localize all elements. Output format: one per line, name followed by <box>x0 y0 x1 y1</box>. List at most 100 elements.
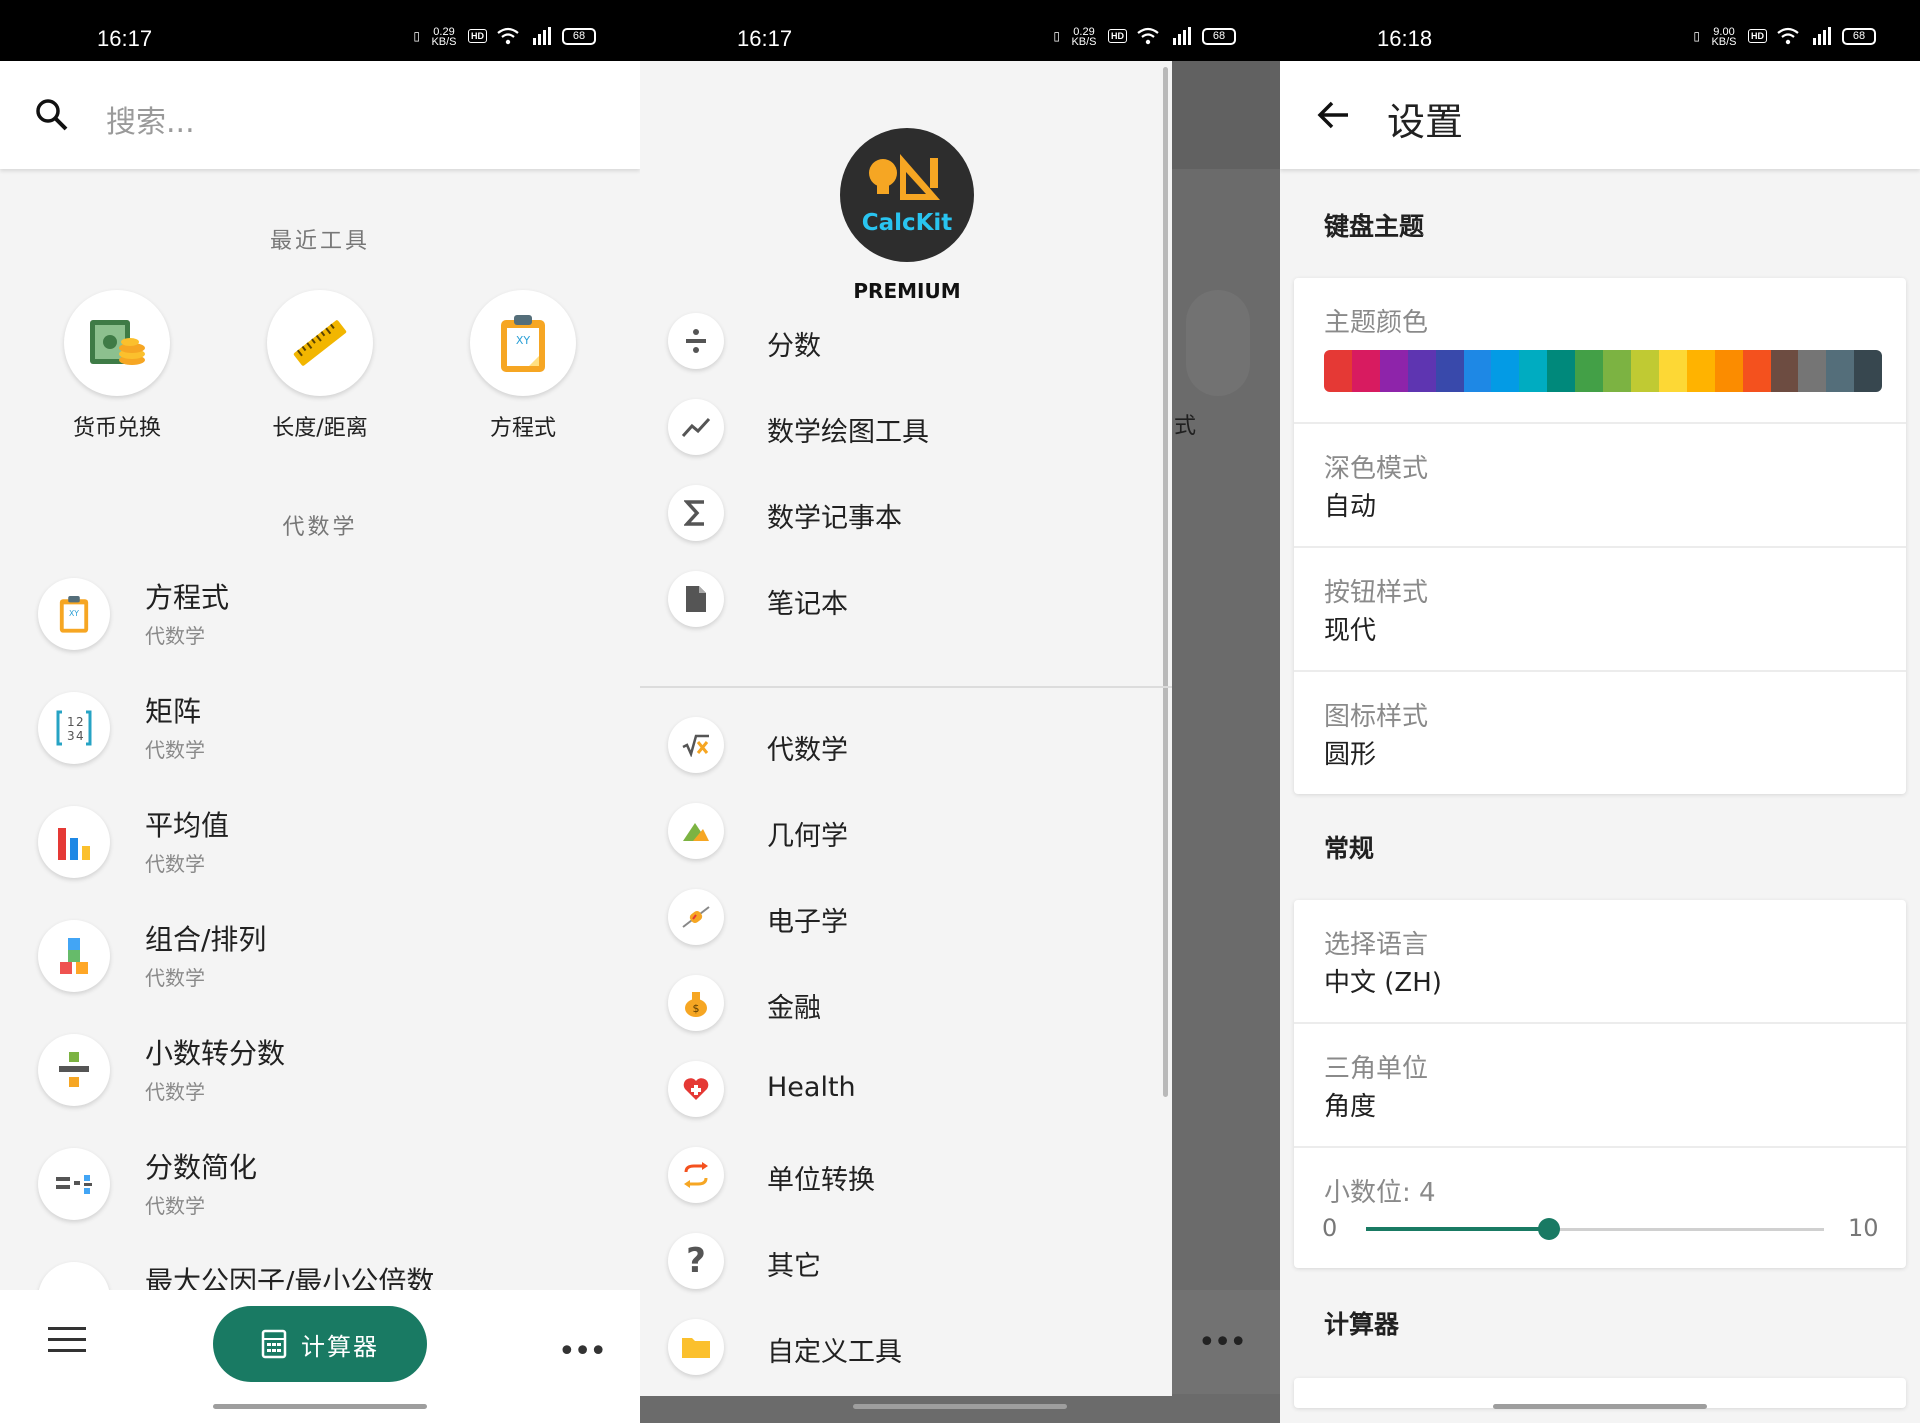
drawer-item-finance[interactable]: $ 金融 <box>640 962 1172 1048</box>
heart-icon <box>668 1061 724 1117</box>
theme-color-swatch[interactable] <box>1463 350 1492 392</box>
slider-thumb[interactable] <box>1538 1218 1561 1240</box>
hd-icon: HD <box>468 29 487 43</box>
theme-color-swatch[interactable] <box>1379 350 1408 392</box>
theme-color-swatch[interactable] <box>1547 350 1576 392</box>
drawer-item-math-notepad[interactable]: 数学记事本 <box>640 472 1172 558</box>
tool-item-matrix[interactable]: 1234 矩阵 代数学 <box>0 682 640 782</box>
status-icons: ▯ 0.29 KB/S HD 68 <box>1053 27 1236 48</box>
drawer-item-geometry[interactable]: 几何学 <box>640 790 1172 876</box>
theme-color-swatch[interactable] <box>1407 350 1436 392</box>
theme-color-swatch[interactable] <box>1435 350 1464 392</box>
status-icons: ▯ 0.29 KB/S HD 68 <box>413 27 596 48</box>
tool-category: 代数学 <box>145 852 205 876</box>
tool-item-average[interactable]: 平均值 代数学 <box>0 796 640 896</box>
calculator-button-label: 计算器 <box>301 1332 379 1361</box>
drawer-item-label: 数学绘图工具 <box>767 417 929 448</box>
theme-color-swatch[interactable] <box>1770 350 1799 392</box>
recent-tool-label: 方程式 <box>489 416 556 441</box>
tool-item-combinations[interactable]: 组合/排列 代数学 <box>0 910 640 1010</box>
drawer-item-unit-converter[interactable]: 单位转换 <box>640 1134 1172 1220</box>
drawer-item-health[interactable]: Health <box>640 1048 1172 1134</box>
status-time: 16:18 <box>1377 26 1433 51</box>
decimal-places-row: 小数位: 4 0 10 <box>1294 1148 1906 1268</box>
theme-color-swatch[interactable] <box>1603 350 1631 392</box>
theme-color-swatch[interactable] <box>1714 350 1743 392</box>
calculator-button[interactable]: 计算器 <box>213 1306 427 1382</box>
theme-color-swatch[interactable] <box>1324 350 1352 392</box>
background-tool-label: 式 <box>1174 414 1197 439</box>
sigma-icon <box>668 485 724 541</box>
recent-tool-equation[interactable]: XY 方程式 <box>423 290 623 442</box>
search-icon[interactable] <box>34 97 70 133</box>
status-bar: 16:17 ▯ 0.29 KB/S HD 68 <box>640 0 1280 61</box>
drawer-item-electronics[interactable]: 电子学 <box>640 876 1172 962</box>
theme-color-swatch[interactable] <box>1351 350 1380 392</box>
drawer-item-graphing[interactable]: 数学绘图工具 <box>640 386 1172 472</box>
recent-tool-length[interactable]: 长度/距离 <box>220 290 420 442</box>
vibrate-icon: ▯ <box>1693 29 1700 43</box>
more-options-icon[interactable]: ••• <box>558 1334 607 1369</box>
navigation-drawer-screen: 16:17 ▯ 0.29 KB/S HD 68 式 ••• CalcKit PR… <box>640 0 1280 1423</box>
status-time: 16:17 <box>97 26 153 51</box>
theme-color-swatch[interactable] <box>1630 350 1659 392</box>
tool-item-fraction-simplify[interactable]: 分数简化 代数学 <box>0 1138 640 1238</box>
theme-color-swatch[interactable] <box>1798 350 1827 392</box>
drawer-item-notebook[interactable]: 笔记本 <box>640 558 1172 644</box>
theme-color-row: 主题颜色 <box>1294 278 1906 424</box>
recent-tool-currency[interactable]: 货币兑换 <box>17 290 217 442</box>
drawer-item-label: 自定义工具 <box>767 1337 902 1368</box>
tool-item-equation[interactable]: XY 方程式 代数学 <box>0 568 640 668</box>
drawer-item-label: 几何学 <box>767 821 848 852</box>
drawer-item-other[interactable]: ? 其它 <box>640 1220 1172 1306</box>
fraction-simplify-icon <box>38 1148 110 1220</box>
theme-color-swatches[interactable] <box>1324 350 1882 392</box>
recent-tool-label: 长度/距离 <box>272 416 368 441</box>
language-row[interactable]: 选择语言 中文 (ZH) <box>1294 900 1906 1024</box>
theme-color-swatch[interactable] <box>1491 350 1520 392</box>
logo-text: CalcKit <box>861 210 953 236</box>
tool-item-decimal-to-fraction[interactable]: 小数转分数 代数学 <box>0 1024 640 1124</box>
folder-icon <box>668 1319 724 1375</box>
theme-color-swatch[interactable] <box>1854 350 1882 392</box>
battery-icon: 68 <box>1202 27 1236 45</box>
battery-icon: 68 <box>1842 27 1876 45</box>
button-style-row[interactable]: 按钮样式 现代 <box>1294 548 1906 672</box>
settings-toolbar: 设置 <box>1280 61 1920 169</box>
search-input[interactable]: 搜索... <box>106 97 195 141</box>
theme-color-swatch[interactable] <box>1519 350 1548 392</box>
drawer-divider <box>640 686 1172 688</box>
drawer-item-custom-tools[interactable]: 自定义工具 <box>640 1306 1172 1392</box>
theme-color-swatch[interactable] <box>1575 350 1604 392</box>
back-arrow-icon[interactable] <box>1314 95 1354 135</box>
drawer-item-label: 电子学 <box>767 907 848 938</box>
trig-unit-row[interactable]: 三角单位 角度 <box>1294 1024 1906 1148</box>
calckit-logo: CalcKit <box>840 128 974 262</box>
dark-mode-label: 深色模式 <box>1324 454 1429 484</box>
trig-unit-label: 三角单位 <box>1324 1054 1429 1084</box>
theme-color-swatch[interactable] <box>1686 350 1715 392</box>
drawer-item-fraction[interactable]: 分数 <box>640 300 1172 386</box>
icon-style-row[interactable]: 图标样式 圆形 <box>1294 672 1906 794</box>
blocks-icon <box>38 920 110 992</box>
icon-style-label: 图标样式 <box>1324 702 1429 732</box>
wifi-icon <box>1136 27 1160 45</box>
theme-color-swatch[interactable] <box>1826 350 1855 392</box>
theme-color-swatch[interactable] <box>1742 350 1771 392</box>
status-icons: ▯ 9.00 KB/S HD 68 <box>1693 27 1876 48</box>
theme-color-swatch[interactable] <box>1658 350 1687 392</box>
menu-icon[interactable] <box>48 1327 86 1355</box>
slider-fill <box>1366 1227 1550 1231</box>
dark-mode-row[interactable]: 深色模式 自动 <box>1294 424 1906 548</box>
scrim-top <box>1172 61 1280 169</box>
drawer-item-algebra[interactable]: 代数学 <box>640 704 1172 790</box>
signal-icon <box>529 27 553 45</box>
square-root-icon <box>668 717 724 773</box>
tool-category: 代数学 <box>145 738 205 762</box>
page-title: 设置 <box>1387 100 1464 144</box>
tool-title: 平均值 <box>145 809 230 842</box>
language-label: 选择语言 <box>1324 930 1429 960</box>
svg-text:XY: XY <box>69 609 79 618</box>
search-bar[interactable]: 搜索... <box>0 61 640 169</box>
trig-unit-value: 角度 <box>1324 1092 1377 1122</box>
